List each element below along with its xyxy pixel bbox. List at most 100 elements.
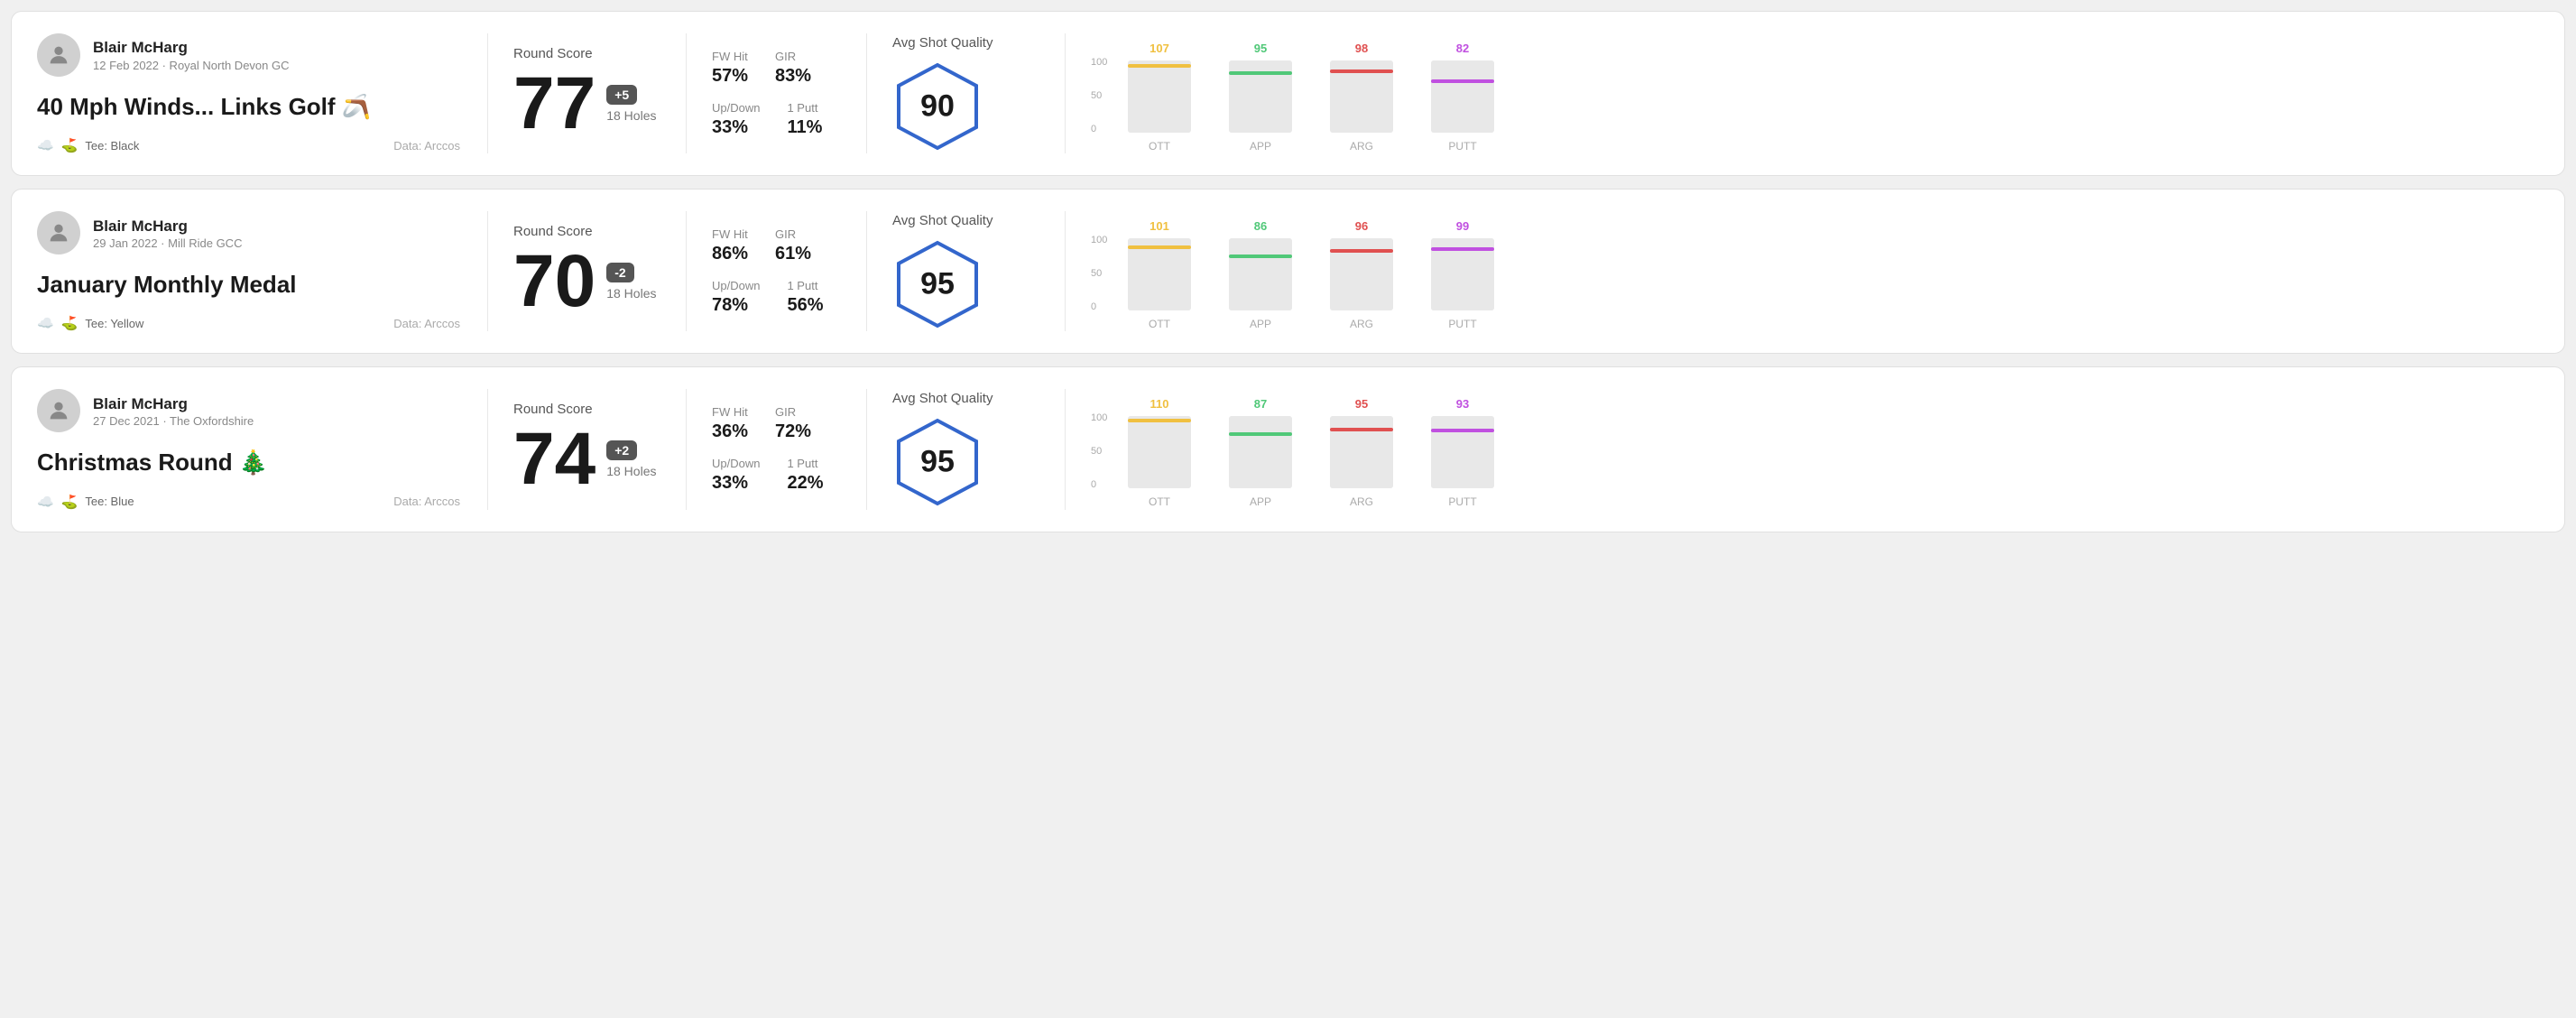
chart-y-labels: 100500	[1091, 57, 1107, 134]
bar-line	[1128, 419, 1191, 422]
left-section: Blair McHarg12 Feb 2022 · Royal North De…	[37, 33, 488, 153]
quality-label: Avg Shot Quality	[892, 35, 993, 51]
y-label: 0	[1091, 301, 1107, 312]
bar-value: 82	[1456, 42, 1469, 55]
user-date: 12 Feb 2022 · Royal North Devon GC	[93, 59, 290, 72]
avatar	[37, 389, 80, 432]
bar-fill	[1229, 238, 1292, 310]
score-section-label: Round Score	[513, 224, 660, 239]
bar-fill	[1128, 416, 1191, 488]
bar-wrapper	[1128, 60, 1191, 133]
score-section: Round Score74+218 Holes	[488, 389, 687, 509]
bar-group-putt: 82PUTT	[1426, 42, 1499, 153]
hex-score: 95	[920, 445, 955, 480]
fw-hit-value: 36%	[712, 421, 748, 442]
tee-label: Tee: Black	[85, 139, 139, 153]
golf-icon: ⛳	[61, 494, 78, 510]
y-label: 50	[1091, 90, 1107, 101]
updown-value: 78%	[712, 295, 760, 316]
bar-group-app: 95APP	[1224, 42, 1297, 153]
bar-label: OTT	[1149, 495, 1170, 508]
updown-stat: Up/Down 33%	[712, 457, 760, 494]
bar-wrapper	[1330, 416, 1393, 488]
user-name: Blair McHarg	[93, 38, 290, 58]
stats-row-2: Up/Down 33% 1 Putt 22%	[712, 457, 841, 494]
oneputt-label: 1 Putt	[787, 101, 822, 115]
bar-value: 87	[1254, 397, 1267, 411]
holes-label: 18 Holes	[606, 286, 656, 301]
user-row: Blair McHarg27 Dec 2021 · The Oxfordshir…	[37, 389, 460, 432]
oneputt-stat: 1 Putt 22%	[787, 457, 823, 494]
tee-label: Tee: Yellow	[85, 317, 143, 330]
chart-y-labels: 100 50 0	[1091, 235, 1107, 312]
bar-value: 101	[1150, 219, 1169, 233]
bar-wrapper	[1229, 238, 1292, 310]
golf-icon: ⛳	[61, 137, 78, 153]
data-source: Data: Arccos	[393, 317, 460, 330]
tee-info: ☁️ ⛳ Tee: Blue	[37, 494, 134, 510]
bar-wrapper	[1431, 238, 1494, 310]
bar-chart: 101OTT86APP96ARG99PUTT	[1123, 213, 2521, 330]
bar-line	[1431, 247, 1494, 251]
left-section: Blair McHarg29 Jan 2022 · Mill Ride GCCJ…	[37, 211, 488, 331]
stats-row-2: Up/Down 33%1 Putt 11%	[712, 101, 841, 138]
bar-line	[1330, 69, 1393, 73]
score-badge: +5	[606, 85, 637, 105]
golf-icon: ⛳	[61, 315, 78, 331]
chart-container: 100500107OTT95APP98ARG82PUTT	[1123, 35, 2521, 153]
bar-line	[1330, 249, 1393, 253]
badge-container: -2 18 Holes	[606, 263, 656, 301]
bar-line	[1128, 245, 1191, 249]
stats-row-1: FW Hit 36%GIR 72%	[712, 405, 841, 442]
bar-line	[1229, 432, 1292, 436]
bar-line	[1229, 71, 1292, 75]
bar-chart: 107OTT95APP98ARG82PUTT	[1123, 35, 2521, 153]
bar-group-ott: 110OTT	[1123, 397, 1196, 508]
hexagon: 95	[892, 417, 983, 507]
bar-label: OTT	[1149, 318, 1170, 330]
fw-hit-label: FW Hit	[712, 227, 748, 241]
oneputt-stat: 1 Putt 11%	[787, 101, 822, 138]
bar-label: APP	[1250, 495, 1271, 508]
bar-fill	[1431, 60, 1494, 133]
round-card-round-1: Blair McHarg12 Feb 2022 · Royal North De…	[11, 11, 2565, 176]
updown-stat: Up/Down 78%	[712, 279, 760, 316]
bar-fill	[1330, 416, 1393, 488]
bar-line	[1431, 429, 1494, 432]
bar-value: 99	[1456, 219, 1469, 233]
big-score: 74	[513, 422, 596, 496]
hex-score: 90	[920, 89, 955, 125]
bar-group-ott: 101 OTT	[1123, 219, 1196, 330]
bar-group-arg: 98ARG	[1325, 42, 1398, 153]
score-badge: -2	[606, 263, 633, 282]
y-label: 50	[1091, 268, 1107, 279]
bar-label: APP	[1250, 318, 1271, 330]
badge-container: +218 Holes	[606, 440, 656, 478]
bar-label: PUTT	[1448, 318, 1476, 330]
round-title: 40 Mph Winds... Links Golf 🪃	[37, 93, 460, 121]
bar-value: 95	[1355, 397, 1368, 411]
y-label: 100	[1091, 235, 1107, 245]
oneputt-value: 22%	[787, 473, 823, 494]
oneputt-value: 11%	[787, 117, 822, 138]
round-title: Christmas Round 🎄	[37, 449, 460, 477]
chart-section: 100500107OTT95APP98ARG82PUTT	[1066, 33, 2539, 153]
user-row: Blair McHarg29 Jan 2022 · Mill Ride GCC	[37, 211, 460, 255]
avatar	[37, 211, 80, 255]
y-label: 0	[1091, 124, 1107, 134]
gir-stat: GIR 61%	[775, 227, 811, 264]
quality-label: Avg Shot Quality	[892, 391, 993, 406]
bar-value: 96	[1355, 219, 1368, 233]
bar-label: OTT	[1149, 140, 1170, 153]
gir-value: 72%	[775, 421, 811, 442]
big-score: 77	[513, 67, 596, 141]
stats-section: FW Hit 36%GIR 72% Up/Down 33% 1 Putt 22%	[687, 389, 867, 509]
quality-label: Avg Shot Quality	[892, 213, 993, 228]
hexagon: 90	[892, 61, 983, 152]
fw-hit-label: FW Hit	[712, 405, 748, 419]
stats-section: FW Hit 86%GIR 61%Up/Down 78%1 Putt 56%	[687, 211, 867, 331]
y-label: 0	[1091, 479, 1107, 490]
updown-value: 33%	[712, 473, 760, 494]
tee-info: ☁️ ⛳ Tee: Black	[37, 137, 139, 153]
big-score: 70	[513, 245, 596, 319]
